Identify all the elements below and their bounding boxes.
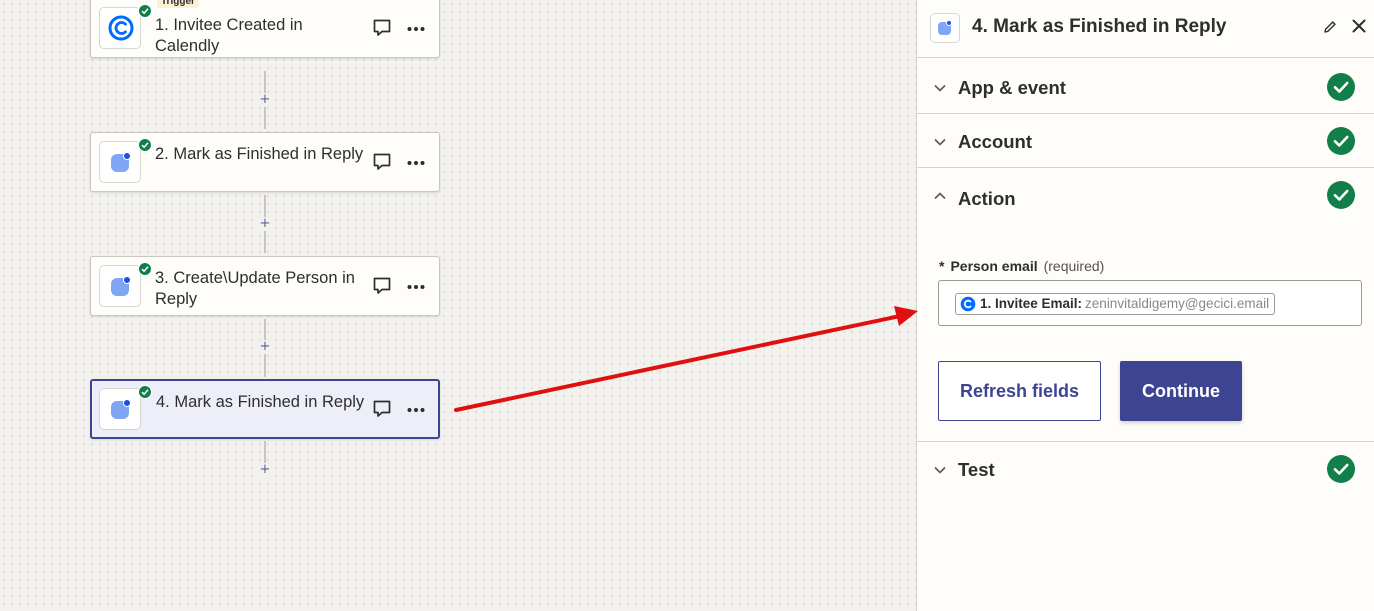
chevron-up-icon [934,192,946,200]
success-check-icon [1327,127,1355,155]
section-label: App & event [958,77,1066,98]
check-icon [138,4,152,18]
trigger-badge: Trigger [157,0,199,8]
person-email-label: * Person email (required) [939,258,1104,274]
step-title: 3. Create\Update Person in Reply [155,269,355,308]
step-app-icon [99,138,152,183]
reply-logo-dot [123,276,131,284]
step-app-icon [99,385,152,430]
check-icon [138,262,152,276]
reply-logo-dot [123,399,131,407]
check-icon [138,385,152,399]
section-test[interactable]: Test [917,442,1374,496]
add-step-button[interactable]: + [258,217,272,231]
section-label: Account [958,131,1032,152]
success-check-icon [1327,455,1355,483]
section-action: Action * Person email (required) 1. Invite… [917,167,1374,442]
continue-button[interactable]: Continue [1120,361,1242,421]
more-options-icon[interactable] [406,277,426,297]
refresh-fields-button[interactable]: Refresh fields [938,361,1101,421]
comment-icon[interactable] [372,399,392,419]
comment-icon[interactable] [372,18,392,38]
required-text: (required) [1043,258,1105,274]
step-card-2[interactable]: 2. Mark as Finished in Reply [90,132,440,192]
comment-icon[interactable] [372,276,392,296]
success-check-icon [1327,181,1355,209]
step-app-icon [99,262,152,307]
step-title: 2. Mark as Finished in Reply [155,145,364,163]
add-step-button[interactable]: + [258,93,272,107]
section-account[interactable]: Account [917,114,1374,168]
pill-field-name: 1. Invitee Email: [980,296,1083,311]
add-step-button[interactable]: + [258,340,272,354]
reply-logo-dot [946,20,952,26]
pill-field-value: zeninvitaldigemy@gecici.email [1085,296,1270,311]
comment-icon[interactable] [372,152,392,172]
more-options-icon[interactable] [406,19,426,39]
required-marker: * [939,258,945,274]
step-title: 4. Mark as Finished in Reply [156,393,365,411]
step-card-1[interactable]: Trigger 1. Invitee Created in Calendly [90,0,440,58]
add-step-button[interactable]: + [258,463,272,477]
person-email-field[interactable]: 1. Invitee Email: zeninvitaldigemy@gecici… [938,280,1362,326]
panel-title: 4. Mark as Finished in Reply [972,16,1227,37]
step-card-3[interactable]: 3. Create\Update Person in Reply [90,256,440,316]
close-icon[interactable] [1350,17,1368,35]
chevron-down-icon [934,138,946,146]
reply-logo-dot [123,152,131,160]
more-options-icon[interactable] [406,153,426,173]
step-title: 1. Invitee Created in Calendly [155,16,303,55]
section-action-header[interactable]: Action [917,167,1374,221]
section-label: Action [958,188,1016,209]
calendly-logo-icon [108,15,134,41]
zap-canvas: Trigger 1. Invitee Created in Calendly +… [0,0,916,611]
pencil-icon[interactable] [1322,19,1338,35]
section-label: Test [958,459,995,480]
step-app-icon [99,4,152,49]
panel-app-icon [930,13,960,43]
chevron-down-icon [934,466,946,474]
chevron-down-icon [934,84,946,92]
success-check-icon [1327,73,1355,101]
panel-header: 4. Mark as Finished in Reply [917,0,1374,58]
mapped-field-pill[interactable]: 1. Invitee Email: zeninvitaldigemy@gecici… [955,293,1276,315]
step-config-panel: 4. Mark as Finished in Reply App & event… [916,0,1374,611]
check-icon [138,138,152,152]
section-app-event[interactable]: App & event [917,60,1374,114]
step-card-4[interactable]: 4. Mark as Finished in Reply [90,379,440,439]
more-options-icon[interactable] [406,400,426,420]
field-label-text: Person email [950,258,1038,274]
calendly-logo-icon [960,296,976,312]
